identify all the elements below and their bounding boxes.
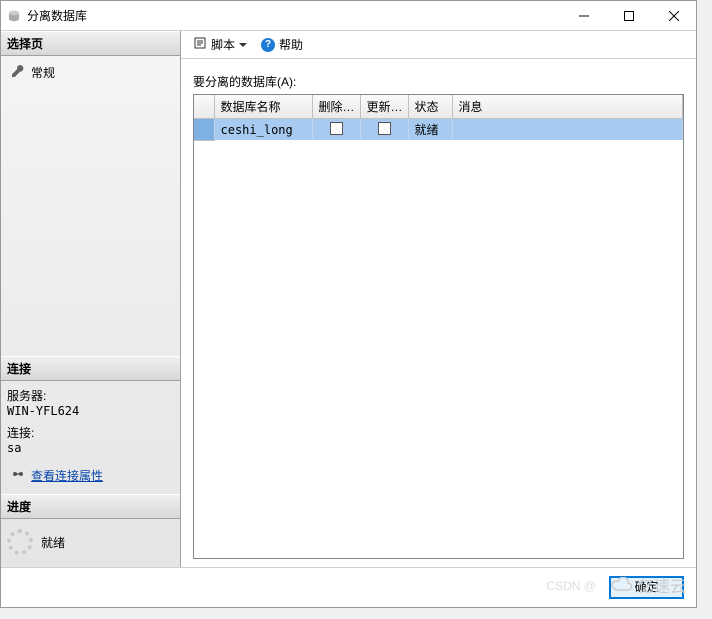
cell-state: 就绪 [408, 119, 452, 141]
grid-label: 要分离的数据库(A): [193, 73, 684, 90]
dialog-footer: 确定 [1, 567, 696, 607]
sidebar-item-general[interactable]: 常规 [7, 62, 174, 83]
databases-grid[interactable]: 数据库名称 删除… 更新… 状态 消息 ceshi_l [193, 94, 684, 559]
help-button[interactable]: ? 帮助 [257, 34, 307, 55]
server-label: 服务器: [7, 387, 174, 404]
maximize-button[interactable] [606, 1, 651, 30]
minimize-button[interactable] [561, 1, 606, 30]
server-value: WIN-YFL624 [7, 404, 174, 418]
connection-label: 连接: [7, 424, 174, 441]
help-icon: ? [261, 38, 275, 52]
script-icon [193, 36, 207, 53]
chevron-down-icon [239, 43, 247, 47]
progress-header: 进度 [1, 494, 180, 519]
select-page-header: 选择页 [1, 31, 180, 56]
col-drop[interactable]: 删除… [312, 95, 360, 119]
connection-value: sa [7, 441, 174, 455]
cell-update[interactable] [360, 119, 408, 141]
view-connection-properties[interactable]: 查看连接属性 [7, 465, 174, 486]
progress-spinner-icon [7, 529, 33, 555]
progress-status: 就绪 [41, 534, 65, 551]
row-header[interactable] [194, 119, 214, 141]
cell-drop[interactable] [312, 119, 360, 141]
cell-database-name[interactable]: ceshi_long [214, 119, 312, 141]
help-label: 帮助 [279, 36, 303, 53]
col-message[interactable]: 消息 [452, 95, 683, 119]
script-button[interactable]: 脚本 [189, 34, 251, 55]
table-row[interactable]: ceshi_long 就绪 [194, 119, 683, 141]
window-title: 分离数据库 [27, 7, 561, 24]
grid-header-row: 数据库名称 删除… 更新… 状态 消息 [194, 95, 683, 119]
toolbar: 脚本 ? 帮助 [181, 31, 696, 59]
sidebar: 选择页 常规 连接 服务器: WIN-YFL624 连接: [1, 31, 181, 567]
cell-message [452, 119, 683, 141]
detach-database-dialog: 分离数据库 选择页 常规 [0, 0, 697, 608]
app-icon [7, 9, 21, 23]
col-update[interactable]: 更新… [360, 95, 408, 119]
script-label: 脚本 [211, 36, 235, 53]
properties-icon [11, 467, 25, 484]
grid-corner [194, 95, 214, 119]
sidebar-item-label: 常规 [31, 64, 55, 81]
col-state[interactable]: 状态 [408, 95, 452, 119]
close-button[interactable] [651, 1, 696, 30]
checkbox-update[interactable] [378, 122, 391, 135]
col-database-name[interactable]: 数据库名称 [214, 95, 312, 119]
main-panel: 脚本 ? 帮助 要分离的数据库(A): [181, 31, 696, 567]
wrench-icon [11, 64, 25, 81]
titlebar: 分离数据库 [1, 1, 696, 31]
connection-header: 连接 [1, 356, 180, 381]
checkbox-drop[interactable] [330, 122, 343, 135]
ok-button[interactable]: 确定 [609, 576, 684, 599]
view-connection-properties-link[interactable]: 查看连接属性 [31, 467, 103, 484]
